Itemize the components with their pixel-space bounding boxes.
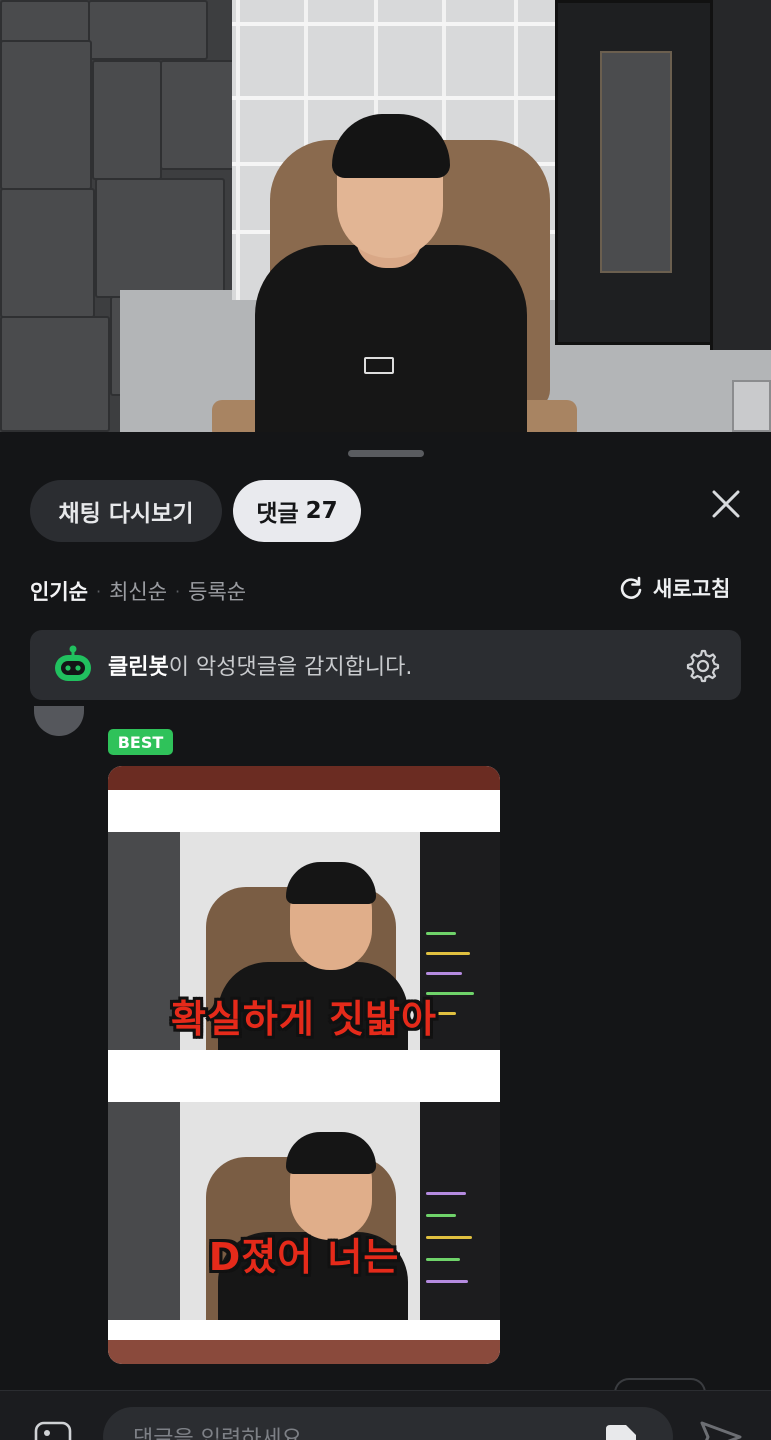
image-top-strip — [108, 766, 500, 790]
photo-icon — [34, 1421, 72, 1440]
live-video-player[interactable] — [0, 0, 771, 432]
sticker-icon — [606, 1425, 636, 1440]
separator-dot: · — [95, 581, 102, 601]
drag-handle[interactable] — [348, 450, 424, 457]
gear-icon — [686, 649, 720, 683]
refresh-icon — [620, 576, 642, 599]
close-button[interactable] — [704, 482, 748, 526]
sort-popular[interactable]: 인기순 — [30, 576, 88, 606]
comment-input[interactable]: 댓글을 입력하세요 — [103, 1407, 673, 1440]
image-caption-2: D졌어 너는 — [208, 1235, 400, 1279]
comment-sheet: 채팅 다시보기 댓글 27 인기순 · 최신순 · 등록순 새로고침 클린봇이 … — [0, 432, 771, 1440]
comment-image[interactable]: 확실하게 짓밟아 D졌어 너는 — [108, 766, 500, 1364]
photo-button[interactable] — [34, 1421, 72, 1440]
cleanbot-robot-icon — [55, 645, 91, 681]
send-icon — [700, 1421, 742, 1440]
close-icon — [712, 490, 740, 518]
separator-dot: · — [175, 581, 181, 601]
cleanbot-settings-button[interactable] — [684, 647, 720, 683]
shirt-logo — [364, 357, 394, 374]
door — [555, 0, 715, 345]
sort-options: 인기순 · 최신순 · 등록순 — [30, 576, 246, 606]
avatar[interactable] — [34, 706, 84, 736]
tab-chat-replay[interactable]: 채팅 다시보기 — [30, 480, 222, 542]
cleanbot-banner: 클린봇이 악성댓글을 감지합니다. — [30, 630, 741, 700]
streamer-shirt — [255, 245, 527, 432]
image-bottom-strip — [108, 1340, 500, 1364]
tab-comments-label: 댓글 — [256, 501, 299, 527]
equipment-case — [732, 380, 771, 432]
sort-latest[interactable]: 최신순 — [109, 576, 167, 606]
cleanbot-name: 클린봇 — [108, 655, 169, 680]
sort-registered[interactable]: 등록순 — [188, 576, 246, 606]
refresh-label: 새로고침 — [653, 577, 731, 601]
sticker-button[interactable] — [600, 1421, 640, 1440]
best-badge: BEST — [108, 729, 173, 755]
image-frame-1: 확실하게 짓밟아 — [108, 832, 500, 1050]
image-frame-2: D졌어 너는 — [108, 1102, 500, 1320]
tab-comments[interactable]: 댓글 27 — [233, 480, 361, 542]
comment-input-bar: 댓글을 입력하세요 — [0, 1390, 771, 1440]
cleanbot-message: 이 악성댓글을 감지합니다. — [168, 655, 413, 680]
refresh-button[interactable]: 새로고침 — [618, 573, 730, 603]
tab-chat-replay-label: 채팅 다시보기 — [58, 501, 194, 527]
image-caption-1: 확실하게 짓밟아 — [171, 997, 437, 1041]
send-button[interactable] — [700, 1419, 744, 1440]
comment-count: 27 — [305, 498, 338, 524]
door-right — [710, 0, 771, 350]
